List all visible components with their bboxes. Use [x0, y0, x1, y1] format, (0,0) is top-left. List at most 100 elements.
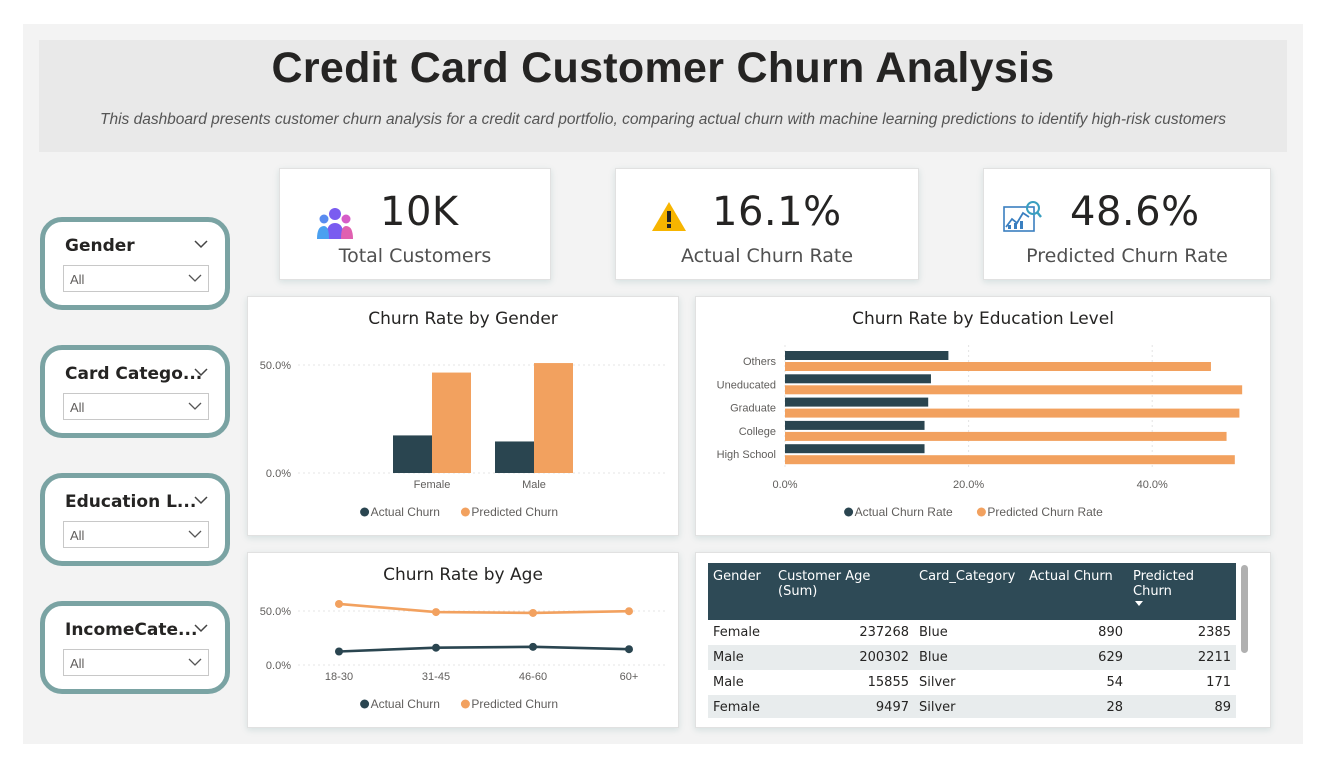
bar-actual [785, 397, 929, 407]
y-tick-label: 50.0% [260, 360, 291, 372]
x-tick-label: 31-45 [422, 671, 450, 683]
cell-gender: Male [708, 645, 773, 670]
kpi-value: 48.6% [1070, 189, 1200, 235]
chevron-down-icon [188, 274, 202, 282]
chevron-down-icon[interactable] [193, 236, 209, 252]
legend-marker-actual [360, 507, 370, 517]
cell-customer-age: 200302 [773, 645, 914, 670]
cell-predicted-churn: 171 [1206, 675, 1231, 690]
chart-churn-by-age[interactable]: Churn Rate by Age 50.0% 0.0% 18-30 31-45 46-… [247, 552, 679, 728]
cell-actual-churn: 629 [1024, 645, 1128, 670]
column-header-customer-age[interactable]: Customer Age (Sum) [773, 563, 914, 620]
cell-card-category: Silver [919, 675, 956, 690]
x-tick-label: 46-60 [519, 671, 547, 683]
report-canvas: Credit Card Customer Churn Analysis This… [23, 24, 1303, 744]
slicer-value: All [70, 400, 85, 415]
table-row[interactable]: Female 237268 Blue 890 2385 [708, 620, 1236, 645]
slicer-income-category[interactable]: IncomeCate... All [40, 601, 230, 694]
chevron-down-icon[interactable] [193, 492, 209, 508]
chevron-down-icon[interactable] [193, 364, 209, 380]
cell-actual-churn: 890 [1098, 625, 1123, 640]
chevron-down-icon [188, 658, 202, 666]
chevron-down-icon [188, 530, 202, 538]
slicer-value: All [70, 528, 85, 543]
cell-gender: Female [708, 695, 773, 718]
y-tick-label: Others [743, 356, 777, 368]
cell-card-category: Blue [919, 625, 948, 640]
bar-predicted [785, 362, 1211, 371]
y-tick-label: College [739, 426, 776, 438]
cell-gender: Female [713, 625, 761, 640]
slicer-dropdown[interactable]: All [63, 649, 209, 676]
y-tick-label: 0.0% [266, 660, 291, 672]
kpi-value: 16.1% [712, 189, 842, 235]
chart-churn-by-education[interactable]: Churn Rate by Education Level 0.0% 20.0% 4… [695, 296, 1271, 536]
table-row[interactable]: Female 9497 Silver 28 89 [708, 695, 1236, 718]
slicer-value: All [70, 272, 85, 287]
bar-actual [785, 420, 925, 430]
y-tick-label: Uneducated [717, 379, 776, 391]
bar-predicted [785, 455, 1235, 465]
cell-predicted-churn: 89 [1128, 695, 1236, 718]
kpi-card-total-customers: 10K Total Customers [279, 168, 551, 280]
slicer-title: Gender [65, 236, 135, 256]
kpi-card-actual-churn: 16.1% Actual Churn Rate [615, 168, 919, 280]
legend-marker-predicted [976, 507, 986, 517]
cell-predicted-churn: 2211 [1128, 645, 1236, 670]
page-subtitle: This dashboard presents customer churn a… [99, 111, 1226, 128]
column-header-gender[interactable]: Gender [708, 563, 773, 620]
cell-customer-age: 15855 [867, 675, 909, 690]
slicer-card-category[interactable]: Card Catego... All [40, 345, 230, 438]
kpi-label: Actual Churn Rate [680, 245, 854, 267]
customer-table-card[interactable]: Gender Customer Age (Sum) Card_Category … [695, 552, 1271, 728]
legend-marker-actual [360, 699, 370, 709]
warning-icon [652, 202, 686, 231]
gender-bar-chart-plot: 50.0% 0.0% Female Male Actual Churn Predicted… [260, 360, 668, 519]
column-header-actual-churn[interactable]: Actual Churn [1024, 563, 1128, 620]
legend-label-actual: Actual Churn [371, 505, 440, 519]
table-header-row: Gender Customer Age (Sum) Card_Category … [708, 563, 1236, 620]
chevron-down-icon[interactable] [193, 620, 209, 636]
legend-label-actual: Actual Churn [371, 697, 440, 711]
table-row[interactable]: Male 200302 Blue 629 2211 [708, 645, 1236, 670]
bar-predicted [432, 372, 471, 473]
column-header-predicted-churn[interactable]: Predicted Churn [1128, 563, 1236, 620]
column-header-label: Predicted Churn [1133, 569, 1195, 599]
slicer-dropdown[interactable]: All [63, 521, 209, 548]
point-predicted [432, 608, 440, 617]
slicer-title: Education L... [65, 492, 197, 512]
cell-customer-age: 237268 [859, 625, 909, 640]
y-tick-label: Graduate [730, 403, 776, 415]
bar-predicted [785, 385, 1243, 395]
age-line-chart-plot: 50.0% 0.0% 18-30 31-45 46-60 60+ Actual Churn P… [260, 599, 668, 711]
table-scrollbar[interactable] [1241, 565, 1248, 653]
y-tick-label: 50.0% [260, 606, 291, 618]
x-tick-label: Female [414, 479, 451, 491]
point-actual [432, 643, 440, 652]
chart-churn-by-gender[interactable]: Churn Rate by Gender 50.0% 0.0% Female Male… [247, 296, 679, 536]
slicer-gender[interactable]: Gender All [40, 217, 230, 310]
cell-card-category: Blue [914, 645, 1024, 670]
point-actual [625, 645, 633, 654]
x-tick-label: Male [522, 479, 546, 491]
table-body: Female 237268 Blue 890 2385 Male 200302 Blue 629… [708, 620, 1236, 718]
bar-actual [785, 374, 931, 384]
cell-card-category: Silver [914, 695, 1024, 718]
slicer-education-level[interactable]: Education L... All [40, 473, 230, 566]
customer-table[interactable]: Gender Customer Age (Sum) Card_Category … [708, 563, 1236, 718]
table-row[interactable]: Male 15855 Silver 54 171 [708, 670, 1236, 695]
bar-actual [785, 444, 925, 454]
line-predicted [338, 602, 630, 615]
analytics-icon [1003, 201, 1042, 232]
bar-actual [393, 435, 432, 473]
slicer-dropdown[interactable]: All [63, 393, 209, 420]
slicer-dropdown[interactable]: All [63, 265, 209, 292]
x-tick-label: 18-30 [325, 671, 353, 683]
bar-predicted [785, 408, 1240, 418]
chevron-down-icon [188, 402, 202, 410]
slicer-value: All [70, 656, 85, 671]
point-predicted [529, 608, 537, 617]
column-header-card-category[interactable]: Card_Category [914, 563, 1024, 620]
y-tick-label: High School [717, 449, 776, 461]
bar-actual [785, 351, 949, 360]
